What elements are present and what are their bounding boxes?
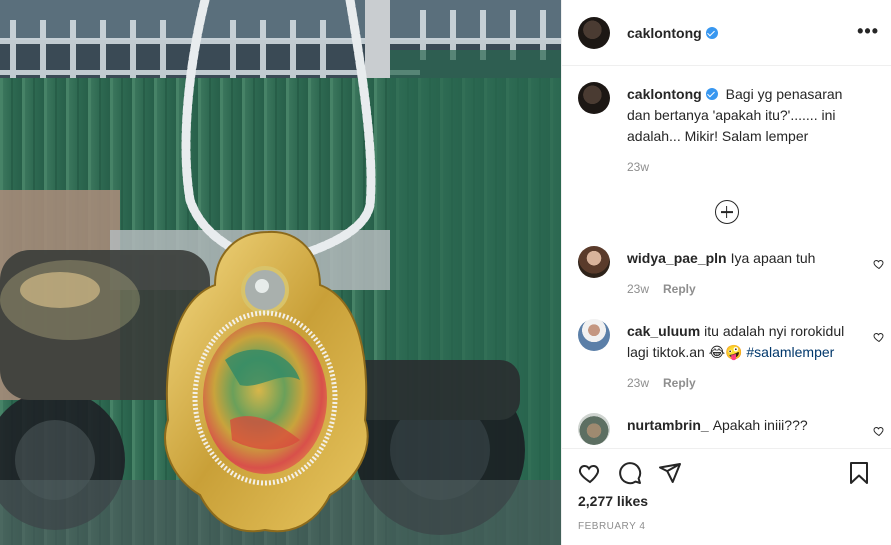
- avatar[interactable]: [578, 16, 610, 49]
- avatar[interactable]: [578, 246, 610, 278]
- caption-time[interactable]: 23w: [627, 160, 649, 174]
- post-actions: 2,277 likes February 4: [562, 448, 891, 545]
- post-date[interactable]: February 4: [578, 521, 875, 532]
- like-comment-heart-icon[interactable]: [873, 331, 885, 343]
- more-options-icon[interactable]: •••: [857, 22, 879, 40]
- plus-circle-icon[interactable]: [714, 200, 739, 224]
- comment-item: widya_pae_pln Iya apaan tuh 23w Reply: [578, 246, 884, 300]
- comment-time[interactable]: 23w: [627, 376, 649, 390]
- avatar[interactable]: [578, 413, 610, 445]
- caption: caklontong Bagi yg penasaran dan bertanya…: [578, 82, 875, 178]
- share-send-icon[interactable]: [658, 461, 682, 485]
- caption-username-label[interactable]: caklontong: [627, 86, 702, 102]
- verified-badge-icon: [705, 26, 718, 39]
- username-label[interactable]: caklontong: [627, 25, 702, 41]
- comment-time[interactable]: 23w: [627, 282, 649, 296]
- save-bookmark-icon[interactable]: [847, 461, 871, 485]
- likes-count[interactable]: 2,277 likes: [578, 493, 875, 509]
- instagram-post: caklontong ••• caklontong Bagi yg penasar…: [0, 0, 891, 545]
- caption-username[interactable]: caklontong: [627, 86, 722, 102]
- comment-username[interactable]: cak_uluum: [627, 323, 700, 339]
- comment-text: Iya apaan tuh: [730, 250, 816, 266]
- avatar[interactable]: [578, 319, 610, 351]
- post-side-panel: caklontong ••• caklontong Bagi yg penasar…: [561, 0, 891, 545]
- like-comment-heart-icon[interactable]: [873, 258, 885, 270]
- comment-text: Apakah iniii???: [712, 417, 808, 433]
- comment-item: nurtambrin_ Apakah iniii???: [578, 413, 884, 445]
- like-comment-heart-icon[interactable]: [873, 425, 885, 437]
- comment-bubble-icon[interactable]: [618, 461, 642, 485]
- hashtag-link[interactable]: #salamlemper: [746, 344, 834, 360]
- comment-username[interactable]: widya_pae_pln: [627, 250, 727, 266]
- reply-button[interactable]: Reply: [663, 282, 696, 296]
- load-more-comments[interactable]: [578, 200, 875, 224]
- verified-badge-icon: [705, 88, 718, 100]
- post-image[interactable]: [0, 0, 561, 545]
- post-header: caklontong •••: [562, 0, 891, 66]
- reply-button[interactable]: Reply: [663, 376, 696, 390]
- comment-username[interactable]: nurtambrin_: [627, 417, 709, 433]
- username-link[interactable]: caklontong: [627, 25, 718, 41]
- avatar[interactable]: [578, 82, 610, 114]
- comments-list[interactable]: caklontong Bagi yg penasaran dan bertanya…: [562, 66, 891, 448]
- like-heart-icon[interactable]: [578, 461, 602, 485]
- comment-item: cak_uluum itu adalah nyi rorokidul lagi t…: [578, 319, 884, 394]
